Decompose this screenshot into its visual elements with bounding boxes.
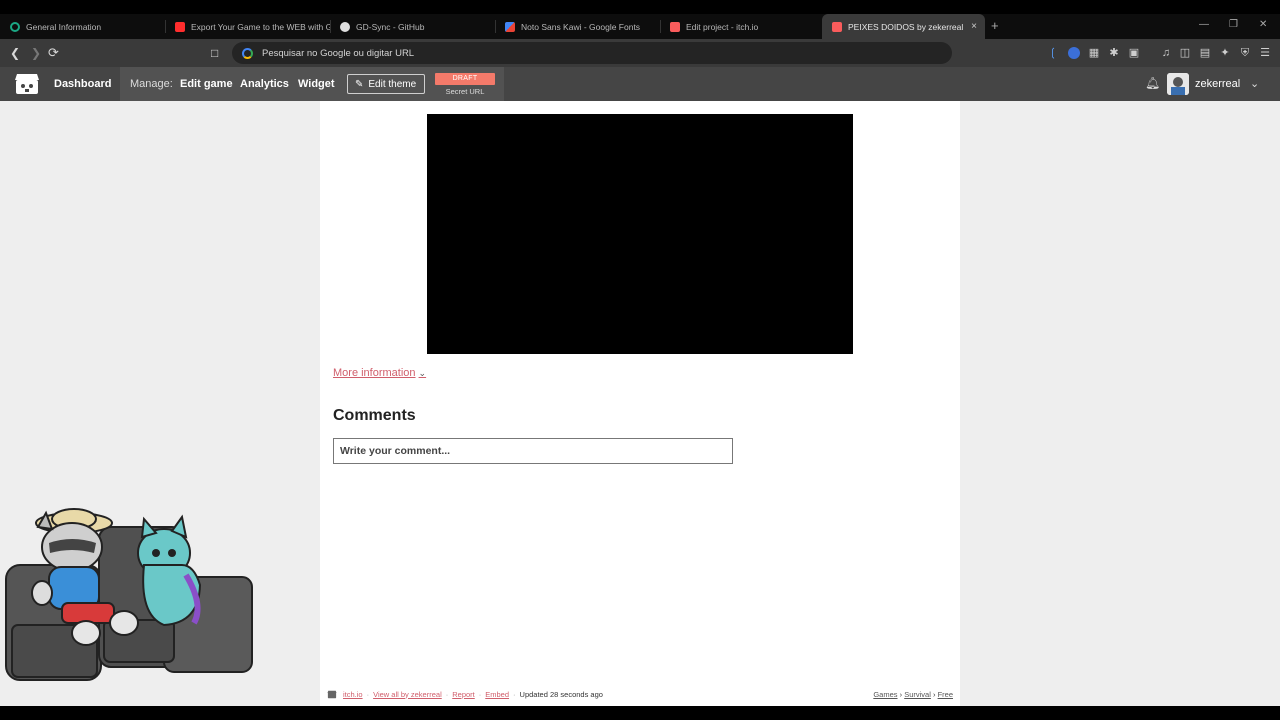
secret-url-link[interactable]: Secret URL bbox=[435, 87, 495, 96]
separator: · bbox=[513, 689, 516, 699]
circle-icon bbox=[10, 21, 20, 32]
view-all-link[interactable]: View all by zekerreal bbox=[373, 690, 442, 699]
more-information-label: More information bbox=[333, 367, 416, 379]
manage-label: Manage: bbox=[130, 78, 173, 90]
report-link[interactable]: Report bbox=[452, 690, 475, 699]
tab-title: Export Your Game to the WEB with G bbox=[191, 21, 330, 32]
tab-google-fonts[interactable]: Noto Sans Kawi - Google Fonts bbox=[495, 14, 660, 39]
window-close-icon[interactable]: ✕ bbox=[1259, 19, 1267, 30]
forward-icon[interactable]: ❯ bbox=[31, 46, 41, 60]
more-information-toggle[interactable]: More information ⌄ bbox=[333, 367, 426, 379]
username[interactable]: zekerreal bbox=[1195, 78, 1240, 90]
close-icon[interactable]: × bbox=[971, 21, 977, 32]
breadcrumb-games[interactable]: Games bbox=[873, 690, 897, 699]
puzzle-icon[interactable]: ✱ bbox=[1108, 47, 1120, 59]
google-fonts-icon bbox=[505, 21, 515, 32]
tab-peixes-doidos[interactable]: PEIXES DOIDOS by zekerreal × bbox=[822, 14, 985, 39]
edit-theme-label: Edit theme bbox=[368, 78, 417, 90]
breadcrumb: Games › Survival › Free bbox=[873, 690, 953, 699]
breadcrumb-free[interactable]: Free bbox=[938, 690, 953, 699]
new-tab-button[interactable]: + bbox=[991, 18, 999, 33]
translate-icon[interactable]: ▦ bbox=[1088, 47, 1100, 59]
itch-icon bbox=[670, 21, 680, 32]
avatar-image bbox=[1167, 73, 1189, 95]
embed-link[interactable]: Embed bbox=[485, 690, 509, 699]
dashboard-link[interactable]: Dashboard bbox=[54, 78, 111, 90]
comments-heading: Comments bbox=[333, 407, 416, 424]
avatar[interactable] bbox=[1167, 73, 1189, 95]
draft-badge: DRAFT bbox=[435, 73, 495, 85]
bottom-bar bbox=[0, 706, 1280, 720]
music-icon[interactable]: ♫ bbox=[1160, 47, 1172, 59]
restore-icon[interactable]: ❐ bbox=[1229, 19, 1238, 30]
edit-theme-button[interactable]: ✎ Edit theme bbox=[347, 74, 425, 94]
itch-logo-icon bbox=[327, 690, 337, 698]
tab-github[interactable]: GD-Sync - GitHub bbox=[330, 14, 495, 39]
google-icon bbox=[242, 47, 253, 59]
tab-title: General Information bbox=[26, 21, 102, 32]
audio-icon[interactable]: ❲ bbox=[1047, 47, 1059, 59]
separator: · bbox=[366, 689, 370, 699]
github-icon bbox=[340, 21, 350, 32]
itch-link[interactable]: itch.io bbox=[343, 690, 363, 699]
game-embed[interactable] bbox=[427, 114, 853, 354]
chevron-down-icon[interactable]: ⌄ bbox=[1250, 77, 1259, 90]
sidebar-icon[interactable]: ◫ bbox=[1179, 47, 1191, 59]
bookmark-icon[interactable]: □ bbox=[211, 46, 218, 60]
analytics-link[interactable]: Analytics bbox=[240, 78, 289, 90]
screenshot-icon[interactable]: ▣ bbox=[1128, 47, 1140, 59]
page-background: More information ⌄ Comments itch.io · Vi… bbox=[0, 101, 1280, 706]
itch-logo-icon[interactable] bbox=[14, 72, 40, 96]
menu-icon[interactable]: ☰ bbox=[1259, 47, 1271, 59]
tab-youtube[interactable]: Export Your Game to the WEB with G bbox=[165, 14, 330, 39]
ai-icon[interactable]: ✦ bbox=[1219, 47, 1231, 59]
itch-header: Dashboard Manage: Edit game Analytics Wi… bbox=[0, 67, 1280, 101]
separator: · bbox=[478, 689, 482, 699]
tab-title: Noto Sans Kawi - Google Fonts bbox=[521, 21, 641, 32]
browser-toolbar: ❮ ❯ ⟳ □ ❲ ▦ ✱ ▣ ♫ ◫ ▤ ✦ ⛨ ☰ bbox=[0, 39, 1280, 67]
tab-title: PEIXES DOIDOS by zekerreal bbox=[848, 21, 964, 32]
comment-input[interactable] bbox=[333, 438, 733, 464]
breadcrumb-survival[interactable]: Survival bbox=[904, 690, 931, 699]
shield-icon[interactable]: ⛨ bbox=[1239, 47, 1251, 59]
browser-tab-strip: General Information Export Your Game to … bbox=[0, 14, 1280, 39]
crumb-separator: › bbox=[899, 689, 903, 699]
reload-icon[interactable]: ⟳ bbox=[48, 46, 59, 60]
youtube-icon bbox=[175, 21, 185, 32]
streamer-overlay-illustration bbox=[5, 508, 253, 681]
edit-game-link[interactable]: Edit game bbox=[180, 78, 233, 90]
itch-icon bbox=[832, 21, 842, 32]
address-bar[interactable] bbox=[232, 42, 952, 64]
game-page-column: More information ⌄ Comments itch.io · Vi… bbox=[320, 101, 960, 706]
pencil-icon: ✎ bbox=[355, 78, 364, 90]
page-footer: itch.io · View all by zekerreal · Report… bbox=[327, 688, 953, 700]
updated-text: Updated 28 seconds ago bbox=[519, 689, 603, 699]
widget-link[interactable]: Widget bbox=[298, 78, 335, 90]
extension-icon[interactable] bbox=[1068, 47, 1080, 59]
bell-icon[interactable]: 🔔︎ bbox=[1145, 76, 1160, 90]
crumb-separator: › bbox=[932, 689, 936, 699]
back-icon[interactable]: ❮ bbox=[10, 46, 20, 60]
wallet-icon[interactable]: ▤ bbox=[1199, 47, 1211, 59]
chevron-down-icon: ⌄ bbox=[418, 367, 427, 378]
tab-title: GD-Sync - GitHub bbox=[356, 21, 425, 32]
tab-title: Edit project - itch.io bbox=[686, 21, 759, 32]
tab-general-information[interactable]: General Information bbox=[0, 14, 165, 39]
address-input[interactable] bbox=[262, 47, 862, 59]
tab-edit-project[interactable]: Edit project - itch.io bbox=[660, 14, 822, 39]
separator: · bbox=[445, 689, 449, 699]
minimize-icon[interactable]: — bbox=[1199, 19, 1209, 30]
